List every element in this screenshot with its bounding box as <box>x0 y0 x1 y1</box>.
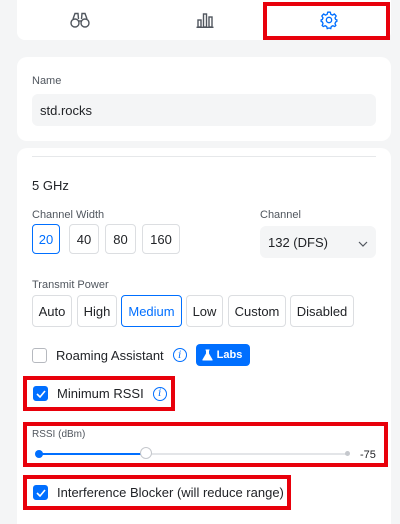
interference-blocker-row: Interference Blocker (will reduce range) <box>33 485 284 500</box>
roaming-assistant-label: Roaming Assistant <box>56 347 164 363</box>
transmit-power-medium[interactable]: Medium <box>121 295 182 327</box>
flask-icon <box>202 349 213 361</box>
info-icon[interactable]: i <box>172 348 187 362</box>
minimum-rssi-checkbox[interactable] <box>33 386 48 401</box>
info-icon[interactable]: i <box>152 386 167 401</box>
chevron-down-icon <box>358 235 368 250</box>
rssi-value: -75 <box>360 449 376 461</box>
channel-label: Channel <box>260 209 301 221</box>
rssi-label: RSSI (dBm) <box>32 429 86 440</box>
channel-width-20[interactable]: 20 <box>32 224 60 254</box>
bar-chart-icon <box>196 12 214 28</box>
check-icon <box>35 488 46 497</box>
divider <box>32 156 376 157</box>
radio-card: 5 GHz Channel Width 20 40 80 160 Channel… <box>17 148 391 524</box>
rssi-slider[interactable] <box>35 447 350 459</box>
minimum-rssi-row: Minimum RSSI i <box>33 386 167 401</box>
rssi-slider-thumb[interactable] <box>140 447 153 459</box>
binoculars-icon <box>69 12 90 28</box>
tab-bar <box>17 0 391 40</box>
transmit-power-low[interactable]: Low <box>186 295 223 327</box>
name-label: Name <box>32 75 62 87</box>
transmit-power-disabled[interactable]: Disabled <box>290 295 354 327</box>
check-icon <box>35 389 46 398</box>
transmit-power-custom[interactable]: Custom <box>228 295 286 327</box>
interference-blocker-checkbox[interactable] <box>33 485 48 500</box>
name-card: Name std.rocks <box>17 57 391 141</box>
roaming-assistant-checkbox[interactable] <box>32 347 47 363</box>
labs-badge-label: Labs <box>216 349 243 361</box>
tab-statistics[interactable] <box>142 0 267 40</box>
channel-width-40[interactable]: 40 <box>69 224 99 254</box>
transmit-power-auto[interactable]: Auto <box>32 295 72 327</box>
channel-value: 132 (DFS) <box>268 234 328 250</box>
tab-insights[interactable] <box>17 0 142 40</box>
rssi-slider-end <box>345 451 350 456</box>
channel-width-80[interactable]: 80 <box>105 224 136 254</box>
channel-select[interactable]: 132 (DFS) <box>260 226 376 258</box>
gear-icon <box>319 10 339 30</box>
name-input[interactable]: std.rocks <box>32 94 376 126</box>
rssi-slider-fill <box>38 453 147 455</box>
channel-width-label: Channel Width <box>32 209 105 221</box>
labs-badge: Labs <box>195 344 251 366</box>
channel-width-160[interactable]: 160 <box>142 224 180 254</box>
rssi-slider-start <box>35 450 43 458</box>
minimum-rssi-label: Minimum RSSI <box>57 386 144 401</box>
interference-blocker-label: Interference Blocker (will reduce range) <box>57 485 284 500</box>
transmit-power-high[interactable]: High <box>77 295 117 327</box>
roaming-assistant-row: Roaming Assistant i Labs <box>32 344 251 366</box>
transmit-power-label: Transmit Power <box>32 279 109 291</box>
tab-settings[interactable] <box>267 0 391 40</box>
band-title: 5 GHz <box>32 178 69 193</box>
